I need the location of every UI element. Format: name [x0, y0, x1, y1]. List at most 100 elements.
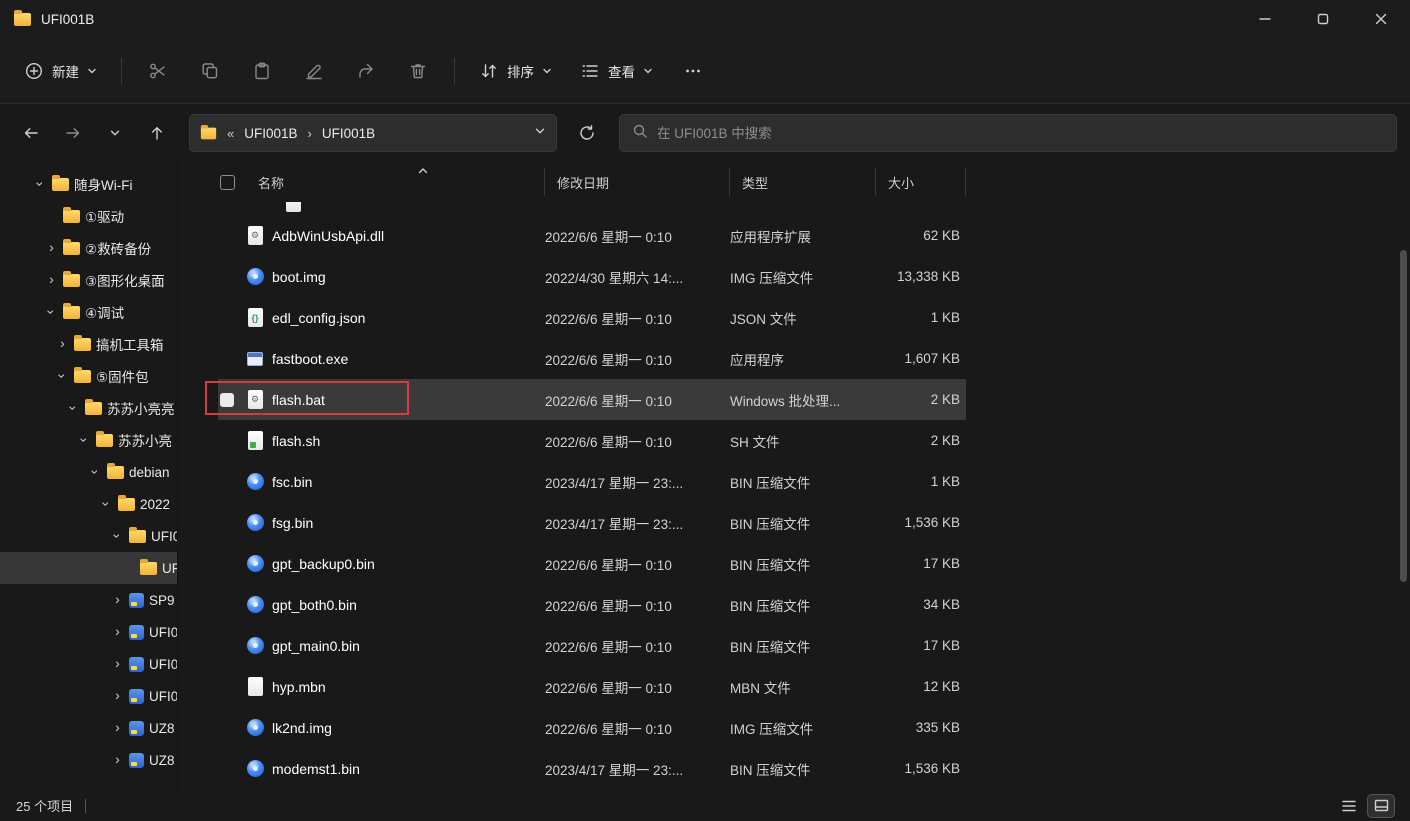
file-name[interactable]: hyp.mbn — [272, 679, 545, 695]
view-button[interactable]: 查看 — [568, 52, 665, 90]
tree-item[interactable]: › 苏苏小亮亮 — [0, 392, 177, 424]
file-name[interactable]: lk2nd.img — [272, 720, 545, 736]
dll-file-icon: ⚙ — [246, 226, 264, 246]
tree-chevron-icon[interactable]: › — [45, 271, 58, 287]
file-name[interactable]: gpt_main0.bin — [272, 638, 545, 654]
file-name[interactable]: flash.sh — [272, 433, 545, 449]
file-name[interactable]: fsg.bin — [272, 515, 545, 531]
more-button[interactable] — [669, 51, 717, 91]
tree-chevron-icon[interactable]: › — [110, 530, 126, 543]
file-name[interactable]: AdbWinUsbApi.dll — [272, 228, 545, 244]
breadcrumb-item[interactable]: UFI001B — [322, 126, 375, 141]
recent-locations-button[interactable] — [97, 116, 133, 150]
file-row[interactable]: gpt_backup0.bin 2022/6/6 星期一 0:10 BIN 压缩… — [218, 543, 966, 584]
file-row[interactable]: {} edl_config.json 2022/6/6 星期一 0:10 JSO… — [218, 297, 966, 338]
file-size: 17 KB — [876, 638, 966, 653]
tree-chevron-icon[interactable]: › — [111, 591, 124, 607]
tree-item[interactable]: › ④调试 — [0, 296, 177, 328]
tree-chevron-icon[interactable]: › — [33, 178, 49, 191]
tree-item[interactable]: › UFI0 — [0, 616, 177, 648]
column-header-name[interactable]: 名称 — [246, 170, 545, 194]
tree-item[interactable]: › UFI0 — [0, 520, 177, 552]
file-row[interactable]: boot.img 2022/4/30 星期六 14:... IMG 压缩文件 1… — [218, 256, 966, 297]
address-dropdown-icon[interactable] — [534, 124, 546, 142]
tree-item[interactable]: › UFI0 — [0, 648, 177, 680]
file-row[interactable]: fsg.bin 2023/4/17 星期一 23:... BIN 压缩文件 1,… — [218, 502, 966, 543]
minimize-button[interactable] — [1236, 0, 1294, 38]
forward-button[interactable] — [55, 116, 91, 150]
tree-chevron-icon[interactable]: › — [99, 498, 115, 511]
rename-button[interactable] — [290, 51, 338, 91]
file-name[interactable]: boot.img — [272, 269, 545, 285]
file-row[interactable]: ⚙ flash.bat 2022/6/6 星期一 0:10 Windows 批处… — [218, 379, 966, 420]
file-row[interactable]: ⚙ AdbWinUsbApi.dll 2022/6/6 星期一 0:10 应用程… — [218, 215, 966, 256]
file-row[interactable]: flash.sh 2022/6/6 星期一 0:10 SH 文件 2 KB — [218, 420, 966, 461]
tree-chevron-icon[interactable]: › — [111, 687, 124, 703]
tree-item[interactable]: › UF — [0, 552, 177, 584]
tree-item[interactable]: › SP9 — [0, 584, 177, 616]
sort-button[interactable]: 排序 — [467, 52, 564, 90]
file-row[interactable]: gpt_both0.bin 2022/6/6 星期一 0:10 BIN 压缩文件… — [218, 584, 966, 625]
tree-chevron-icon[interactable]: › — [56, 335, 69, 351]
share-button[interactable] — [342, 51, 390, 91]
close-button[interactable] — [1352, 0, 1410, 38]
copy-button[interactable] — [186, 51, 234, 91]
tree-chevron-icon[interactable]: › — [111, 623, 124, 639]
tree-item[interactable]: › ①驱动 — [0, 200, 177, 232]
breadcrumb-item[interactable]: UFI001B — [244, 126, 297, 141]
delete-button[interactable] — [394, 51, 442, 91]
tree-item[interactable]: › debian — [0, 456, 177, 488]
search-bar[interactable] — [619, 114, 1397, 152]
tree-chevron-icon[interactable]: › — [111, 751, 124, 767]
tree-chevron-icon[interactable]: › — [111, 719, 124, 735]
tree-chevron-icon[interactable]: › — [88, 466, 104, 479]
refresh-button[interactable] — [569, 116, 605, 150]
tree-chevron-icon[interactable]: › — [45, 239, 58, 255]
tree-item[interactable]: › ③图形化桌面 — [0, 264, 177, 296]
tree-chevron-icon[interactable]: › — [44, 306, 60, 319]
tree-item[interactable]: › ⑤固件包 — [0, 360, 177, 392]
tree-chevron-icon[interactable]: › — [77, 434, 93, 447]
breadcrumb[interactable]: « UFI001B › UFI001B — [189, 114, 557, 152]
file-row[interactable]: hyp.mbn 2022/6/6 星期一 0:10 MBN 文件 12 KB — [218, 666, 966, 707]
column-header-date[interactable]: 修改日期 — [545, 170, 730, 194]
tree-item[interactable]: › 2022 — [0, 488, 177, 520]
new-button[interactable]: 新建 — [12, 52, 109, 90]
column-header-size[interactable]: 大小 — [876, 170, 966, 194]
maximize-button[interactable] — [1294, 0, 1352, 38]
tree-item[interactable]: › ②救砖备份 — [0, 232, 177, 264]
search-input[interactable] — [657, 126, 1384, 141]
tree-chevron-icon[interactable]: › — [55, 370, 71, 383]
back-button[interactable] — [13, 116, 49, 150]
file-row[interactable]: lk2nd.img 2022/6/6 星期一 0:10 IMG 压缩文件 335… — [218, 707, 966, 748]
file-row[interactable]: fastboot.exe 2022/6/6 星期一 0:10 应用程序 1,60… — [218, 338, 966, 379]
file-name[interactable]: modemst1.bin — [272, 761, 545, 777]
file-name[interactable]: fastboot.exe — [272, 351, 545, 367]
file-row[interactable]: modemst1.bin 2023/4/17 星期一 23:... BIN 压缩… — [218, 748, 966, 789]
column-header-type[interactable]: 类型 — [730, 170, 876, 194]
file-name[interactable]: gpt_both0.bin — [272, 597, 545, 613]
breadcrumb-prefix[interactable]: « — [225, 126, 236, 141]
large-icons-view-toggle[interactable] — [1368, 795, 1394, 817]
tree-item[interactable]: › 搞机工具箱 — [0, 328, 177, 360]
select-all-checkbox[interactable] — [220, 175, 235, 190]
minimize-icon — [1259, 13, 1271, 25]
tree-chevron-icon[interactable]: › — [111, 655, 124, 671]
tree-chevron-icon[interactable]: › — [66, 402, 82, 415]
file-row[interactable]: fsc.bin 2023/4/17 星期一 23:... BIN 压缩文件 1 … — [218, 461, 966, 502]
tree-item[interactable]: › 随身Wi-Fi — [0, 168, 177, 200]
vertical-scrollbar[interactable] — [1400, 250, 1407, 582]
cut-button[interactable] — [134, 51, 182, 91]
file-name[interactable]: edl_config.json — [272, 310, 545, 326]
tree-item[interactable]: › UZ8 — [0, 712, 177, 744]
file-name[interactable]: fsc.bin — [272, 474, 545, 490]
tree-item[interactable]: › UFI0 — [0, 680, 177, 712]
tree-item[interactable]: › UZ8 — [0, 744, 177, 776]
file-name[interactable]: gpt_backup0.bin — [272, 556, 545, 572]
file-row[interactable]: gpt_main0.bin 2022/6/6 星期一 0:10 BIN 压缩文件… — [218, 625, 966, 666]
paste-button[interactable] — [238, 51, 286, 91]
details-view-toggle[interactable] — [1336, 795, 1362, 817]
up-button[interactable] — [139, 116, 175, 150]
tree-item-label: UFI0 — [149, 657, 177, 672]
tree-item[interactable]: › 苏苏小亮 — [0, 424, 177, 456]
